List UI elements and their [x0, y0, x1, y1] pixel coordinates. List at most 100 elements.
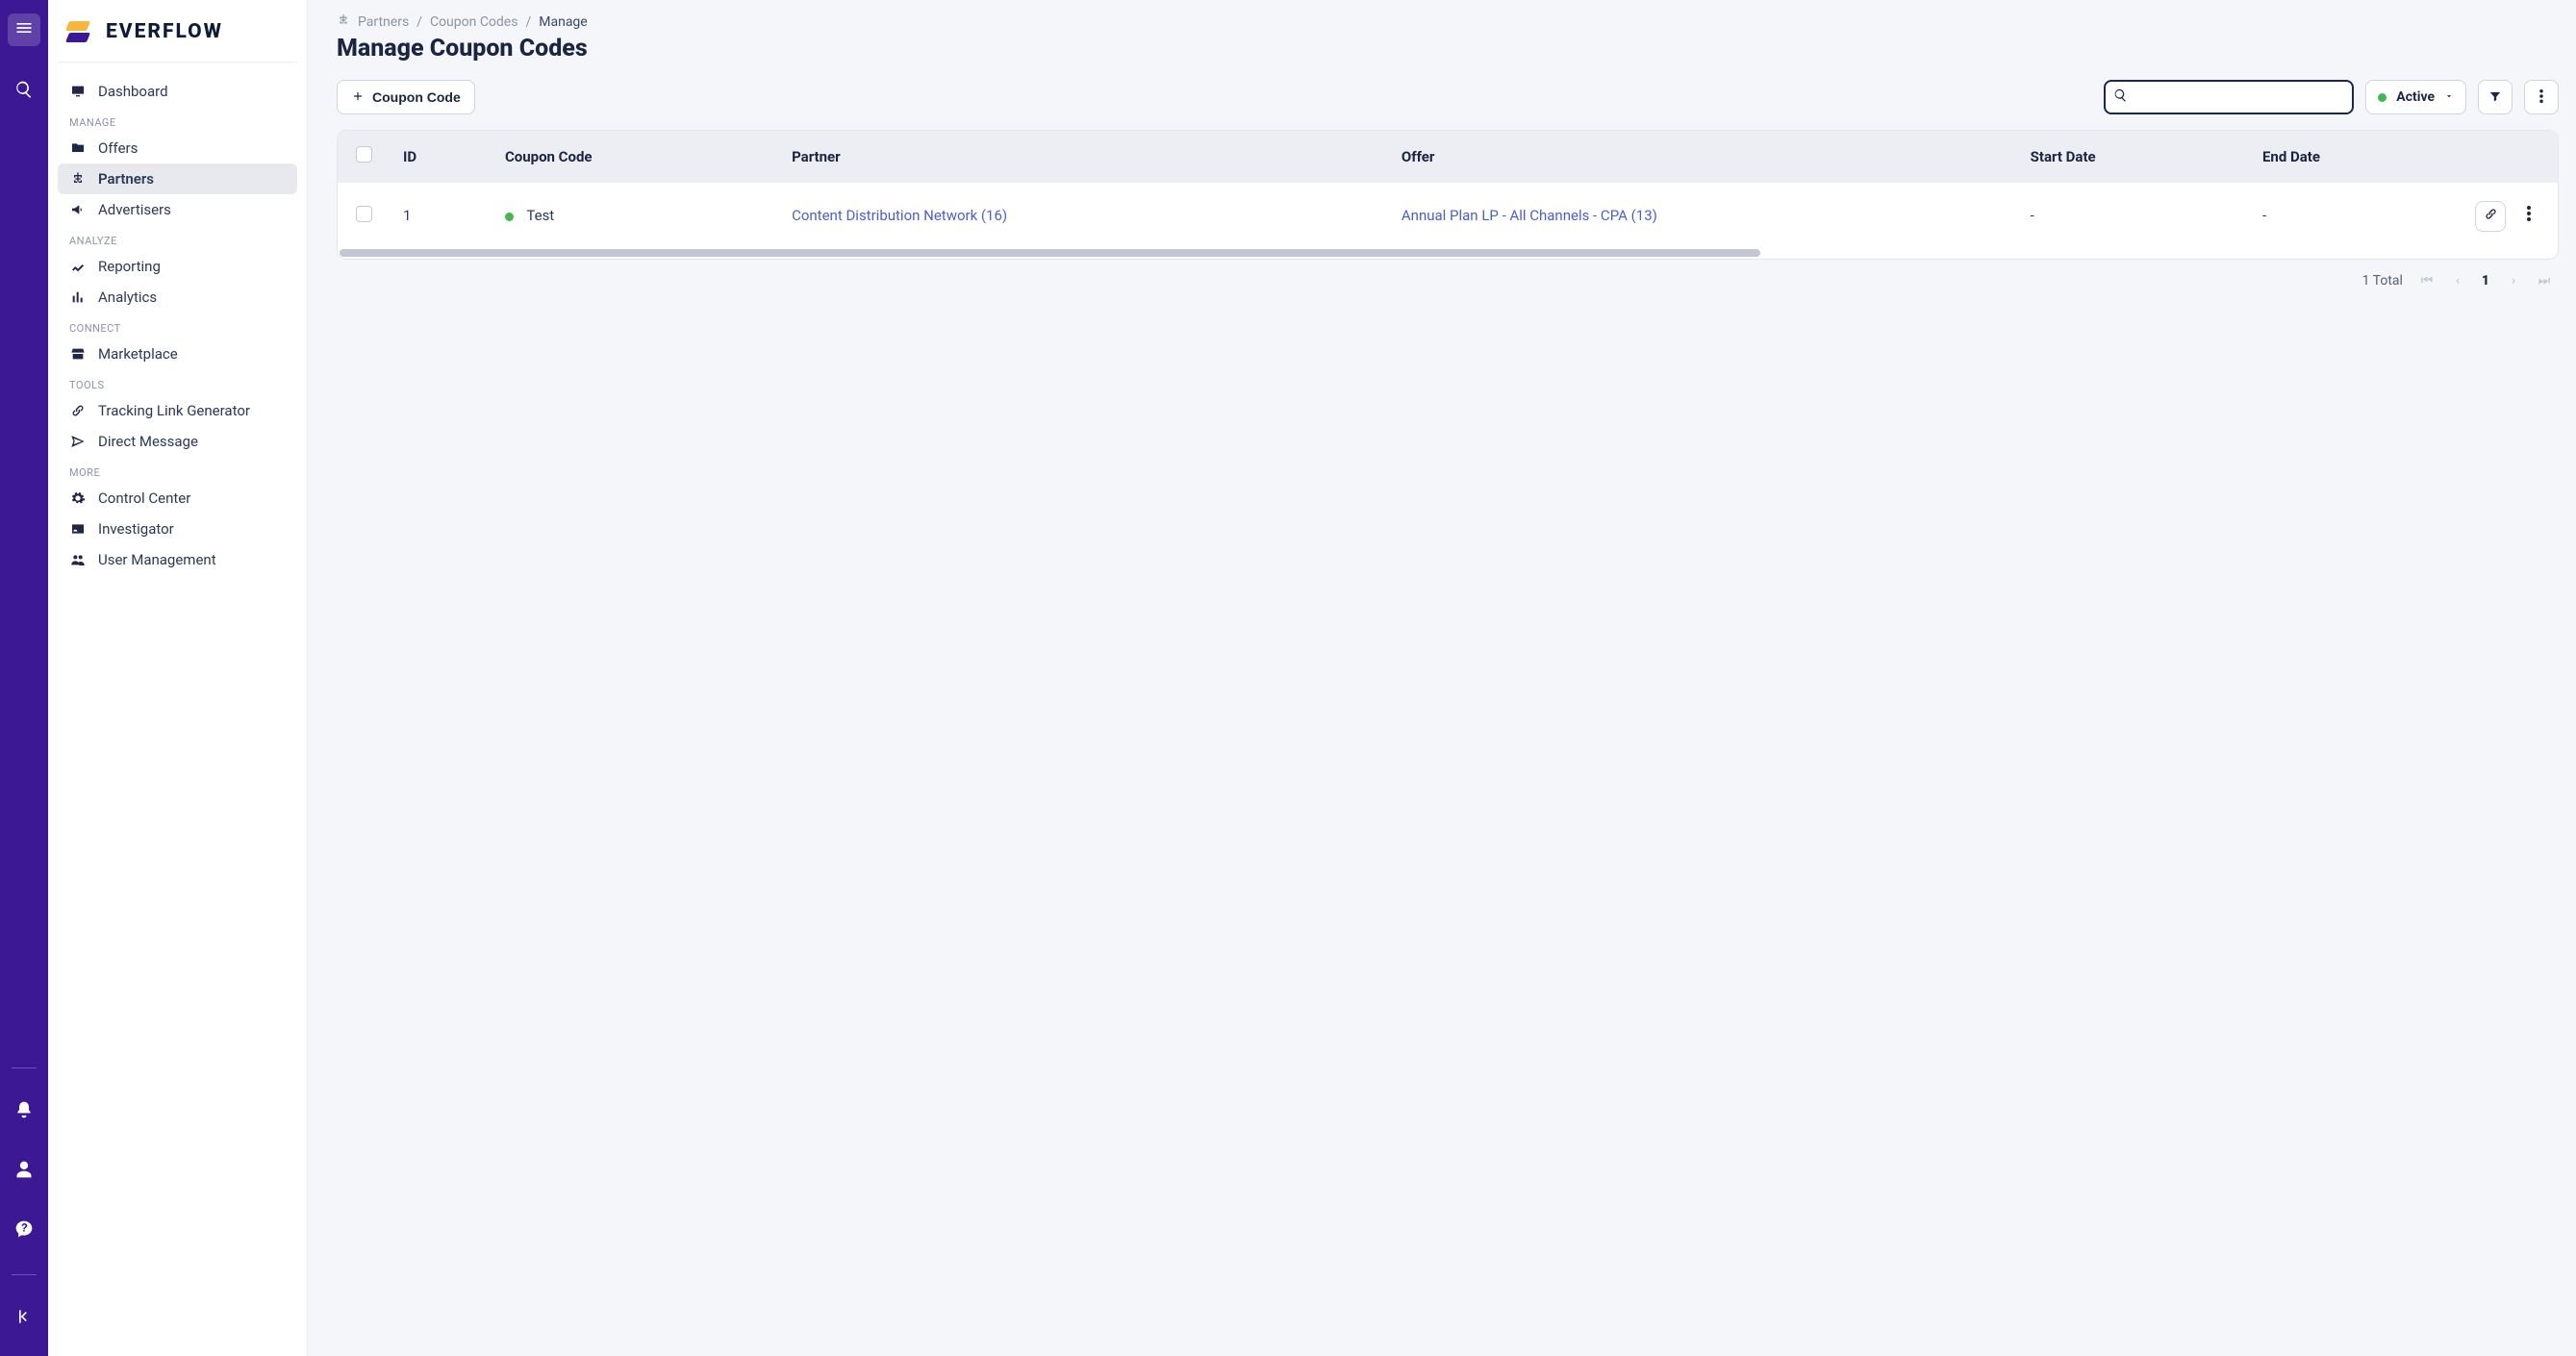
copy-link-button[interactable]	[2475, 201, 2506, 232]
search-icon	[14, 80, 34, 103]
chart-icon	[69, 258, 87, 275]
rail-divider	[12, 1274, 37, 1275]
table-row: 1 Test Content Distribution Network (16)…	[338, 183, 2558, 249]
cell-id: 1	[390, 183, 492, 249]
status-filter-label: Active	[2396, 89, 2435, 105]
sidebar-item-dashboard[interactable]: Dashboard	[58, 76, 297, 107]
sidebar-item-label: Offers	[98, 139, 138, 157]
breadcrumb-item-manage: Manage	[539, 14, 587, 30]
brand-name: EVERFLOW	[106, 20, 223, 43]
row-menu-button[interactable]	[2519, 200, 2538, 231]
sidebar-item-control-center[interactable]: Control Center	[58, 483, 297, 514]
pagination-current-page: 1	[2482, 273, 2489, 289]
bell-icon	[14, 1100, 34, 1123]
search-input[interactable]	[2104, 80, 2354, 114]
status-filter-dropdown[interactable]: Active	[2365, 80, 2466, 114]
pagination: 1 Total ⏮ ‹ 1 › ⏭	[337, 260, 2559, 289]
brand-logo-icon	[63, 17, 92, 46]
add-coupon-button[interactable]: Coupon Code	[337, 80, 475, 114]
rail-notifications-button[interactable]	[8, 1095, 40, 1128]
sidebar-item-label: Investigator	[98, 520, 174, 538]
link-icon	[2484, 207, 2498, 225]
coupon-table: ID Coupon Code Partner Offer Start Date …	[337, 130, 2559, 260]
breadcrumb-item-coupon-codes[interactable]: Coupon Codes	[430, 14, 518, 30]
hamburger-icon	[14, 18, 34, 41]
rail-help-button[interactable]	[8, 1215, 40, 1247]
help-chat-icon	[14, 1219, 34, 1243]
sidebar-item-label: Marketplace	[98, 345, 178, 363]
cell-end-date: -	[2249, 183, 2462, 249]
partner-link[interactable]: Content Distribution Network (16)	[792, 207, 1007, 224]
bars-icon	[69, 289, 87, 306]
status-dot-icon	[2378, 93, 2387, 102]
sidebar-item-label: Partners	[98, 170, 154, 188]
row-checkbox[interactable]	[356, 206, 372, 222]
sidebar-item-reporting[interactable]: Reporting	[58, 251, 297, 282]
filter-icon	[2488, 89, 2502, 106]
offer-link[interactable]: Annual Plan LP - All Channels - CPA (13)	[1402, 207, 1657, 224]
pagination-prev-button[interactable]: ‹	[2451, 273, 2464, 289]
col-start-date[interactable]: Start Date	[2017, 131, 2249, 183]
coupon-code-text: Test	[526, 207, 554, 224]
pagination-total: 1 Total	[2362, 273, 2403, 289]
sidebar-item-marketplace[interactable]: Marketplace	[58, 339, 297, 369]
collapse-icon	[14, 1307, 34, 1330]
users-icon	[69, 551, 87, 568]
pagination-last-button[interactable]: ⏭	[2538, 273, 2551, 289]
id-icon	[69, 520, 87, 538]
sidebar-item-offers[interactable]: Offers	[58, 133, 297, 163]
sidebar-item-analytics[interactable]: Analytics	[58, 282, 297, 313]
status-dot-icon	[505, 213, 514, 221]
sidebar-section-manage: MANAGE	[58, 107, 297, 133]
col-coupon-code[interactable]: Coupon Code	[492, 131, 778, 183]
rail-divider	[12, 1067, 37, 1068]
toolbar: Coupon Code Active	[337, 80, 2559, 114]
brand[interactable]: EVERFLOW	[58, 17, 297, 63]
page-title: Manage Coupon Codes	[337, 35, 2559, 63]
sidebar-item-label: Advertisers	[98, 201, 171, 218]
kebab-icon	[2535, 89, 2548, 106]
cell-coupon-code: Test	[492, 183, 778, 249]
sidebar-section-connect: CONNECT	[58, 313, 297, 339]
col-id[interactable]: ID	[390, 131, 492, 183]
search-box	[2104, 80, 2354, 114]
sitemap-icon	[69, 170, 87, 188]
sidebar-item-user-management[interactable]: User Management	[58, 544, 297, 575]
sidebar-item-label: Analytics	[98, 289, 157, 306]
pagination-first-button[interactable]: ⏮	[2420, 273, 2434, 289]
pagination-next-button[interactable]: ›	[2507, 273, 2520, 289]
user-icon	[14, 1160, 34, 1183]
sidebar-item-partners[interactable]: Partners	[58, 163, 297, 194]
sidebar: EVERFLOW Dashboard MANAGE Offers Partner…	[48, 0, 308, 1356]
sidebar-item-label: Reporting	[98, 258, 161, 275]
search-icon	[2113, 88, 2128, 107]
gear-icon	[69, 490, 87, 507]
sidebar-item-direct-message[interactable]: Direct Message	[58, 426, 297, 457]
col-offer[interactable]: Offer	[1388, 131, 2017, 183]
sidebar-section-more: MORE	[58, 457, 297, 483]
select-all-checkbox[interactable]	[356, 146, 372, 163]
horizontal-scrollbar[interactable]	[340, 249, 1760, 257]
main: Partners / Coupon Codes / Manage Manage …	[308, 0, 2576, 1356]
kebab-icon	[2527, 206, 2531, 225]
sidebar-section-tools: TOOLS	[58, 369, 297, 395]
plus-icon	[351, 89, 365, 106]
col-end-date[interactable]: End Date	[2249, 131, 2462, 183]
sidebar-item-label: Direct Message	[98, 433, 198, 450]
link-icon	[69, 402, 87, 419]
breadcrumb-icon	[337, 13, 350, 31]
sidebar-item-tracking-link[interactable]: Tracking Link Generator	[58, 395, 297, 426]
rail-collapse-button[interactable]	[8, 1302, 40, 1335]
store-icon	[69, 345, 87, 363]
filter-button[interactable]	[2478, 80, 2513, 114]
sidebar-item-label: Control Center	[98, 490, 190, 507]
sidebar-item-advertisers[interactable]: Advertisers	[58, 194, 297, 225]
table-options-button[interactable]	[2524, 80, 2559, 114]
col-partner[interactable]: Partner	[778, 131, 1388, 183]
caret-down-icon	[2444, 89, 2454, 105]
rail-menu-button[interactable]	[8, 13, 40, 46]
breadcrumb-item-partners[interactable]: Partners	[358, 14, 409, 30]
rail-search-button[interactable]	[8, 75, 40, 108]
sidebar-item-investigator[interactable]: Investigator	[58, 514, 297, 544]
rail-profile-button[interactable]	[8, 1155, 40, 1188]
